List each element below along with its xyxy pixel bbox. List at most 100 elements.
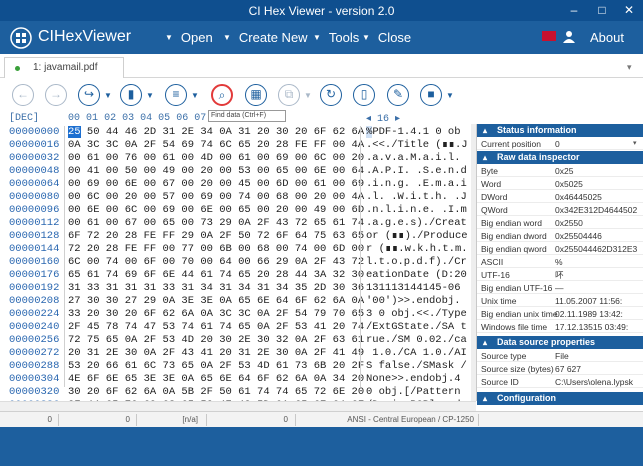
chevron-down-icon[interactable]: ▼ [146, 91, 154, 100]
hex-row[interactable]: 00 6C 00 20 00 57 00 69 00 74 00 68 00 2… [68, 191, 364, 204]
modified-indicator-icon [15, 66, 20, 71]
maximize-icon[interactable]: □ [588, 0, 616, 21]
section-raw-data[interactable]: ▴ Raw data inspector [477, 151, 643, 164]
hex-row[interactable]: 00 69 00 6E 00 67 00 20 00 45 00 6D 00 6… [68, 178, 364, 191]
hex-row[interactable]: 00 61 00 76 00 61 00 4D 00 61 00 69 00 6… [68, 152, 364, 165]
ascii-row[interactable]: 3 0 obj.<<./Type [366, 308, 467, 321]
offset-cell: 00000096 [9, 204, 60, 216]
section-status[interactable]: ▴ Status information [477, 124, 643, 137]
hex-row[interactable]: 65 61 74 69 6F 6E 44 61 74 65 20 28 44 3… [68, 269, 364, 282]
offset-cell: 00000224 [9, 308, 60, 320]
selected-char[interactable]: % [366, 126, 373, 138]
hex-row[interactable]: 4E 6F 6E 65 3E 3E 0A 65 6E 64 6F 62 6A 0… [68, 373, 364, 386]
dropdown-icon: ▾ [633, 140, 637, 147]
close-icon[interactable]: ✕ [615, 0, 643, 21]
hex-row[interactable]: 2F 45 78 74 47 53 74 61 74 65 0A 2F 53 4… [68, 321, 364, 334]
width-selector[interactable]: ◂ 16 ▸ [366, 113, 400, 126]
forward-button[interactable]: → [45, 84, 67, 106]
list-button[interactable]: ≡ [165, 84, 187, 106]
ascii-row[interactable]: or (∎∎)./Produce [366, 230, 468, 243]
ascii-row[interactable]: .a.g.e.s)./Creat [366, 217, 467, 230]
user-icon[interactable] [563, 30, 575, 43]
chevron-down-icon[interactable]: ▼ [104, 91, 112, 100]
ascii-row[interactable]: .i.n.g. .E.m.a.i [366, 178, 467, 191]
chevron-down-icon[interactable]: ▼ [191, 91, 199, 100]
hex-row[interactable]: 00 61 00 67 00 65 00 73 29 0A 2F 43 72 6… [68, 217, 364, 230]
ascii-row[interactable]: '00')>>.endobj. [366, 295, 461, 308]
hex-row[interactable]: 00 6E 00 6C 00 69 00 6E 00 65 00 20 00 4… [68, 204, 364, 217]
section-raw-data-label: Raw data inspector [497, 152, 580, 162]
ascii-row[interactable]: S false./SMask / [366, 360, 467, 373]
copy-button[interactable]: ⧉ [278, 84, 300, 106]
hex-row[interactable]: 6F 72 20 28 FE FF 29 0A 2F 50 72 6F 64 7… [68, 230, 364, 243]
hex-row[interactable]: 00 41 00 50 00 49 00 20 00 53 00 65 00 6… [68, 165, 364, 178]
language-flag-icon[interactable] [542, 31, 556, 41]
offset-cell: 00000064 [9, 178, 60, 190]
tab-menu-icon[interactable]: ▾ [627, 62, 632, 73]
ascii-row[interactable]: 0 obj.[/Pattern [366, 386, 467, 399]
menu-close[interactable]: ▼ Close [362, 30, 411, 45]
hex-row[interactable]: 20 31 2E 30 0A 2F 43 41 20 31 2E 30 0A 2… [68, 347, 364, 360]
chevron-down-icon[interactable]: ▼ [446, 91, 454, 100]
ascii-row[interactable]: .l. .W.i.t.h. .J [366, 191, 467, 204]
menu-create-new[interactable]: ▼ Create New [223, 30, 308, 45]
ascii-row[interactable]: %PDF-1.4.1 0 ob [366, 126, 461, 139]
hex-row[interactable]: 6C 00 74 00 6F 00 70 00 64 00 66 29 0A 2… [68, 256, 364, 269]
save-button[interactable]: ■ [420, 84, 442, 106]
selected-byte[interactable]: 25 [68, 126, 81, 138]
horizontal-scrollbar[interactable] [0, 401, 476, 411]
current-position-row: Current position 0 ▾ [477, 138, 643, 150]
grid-button[interactable]: ▦ [245, 84, 267, 106]
edit-button[interactable]: ✎ [387, 84, 409, 106]
ascii-row[interactable]: r (∎∎.w.k.h.t.m. [366, 243, 468, 256]
ascii-row[interactable]: 131113144145-06 [366, 282, 461, 295]
ascii-row[interactable]: .<<./Title (∎∎.J [366, 139, 468, 152]
inspector-row: DWord 0x46445025 [477, 191, 643, 203]
hex-row[interactable]: 33 20 30 20 6F 62 6A 0A 3C 3C 0A 2F 54 7… [68, 308, 364, 321]
ascii-row[interactable]: .A.P.I. .S.e.n.d [366, 165, 467, 178]
section-data-source[interactable]: ▴ Data source properties [477, 336, 643, 349]
offset-cell: 00000208 [9, 295, 60, 307]
menu-open[interactable]: ▼ Open [165, 30, 213, 45]
tab-javamail[interactable]: 1: javamail.pdf [4, 57, 124, 78]
offset-cell: 00000176 [9, 269, 60, 281]
hex-row[interactable]: 31 33 31 31 31 33 31 34 31 34 31 34 35 2… [68, 282, 364, 295]
section-status-label: Status information [497, 125, 577, 135]
chevron-down-icon: ▼ [223, 33, 231, 42]
menu-tools[interactable]: ▼ Tools [313, 30, 359, 45]
back-button[interactable]: ← [12, 84, 34, 106]
section-configuration[interactable]: ▴ Configuration [477, 392, 643, 405]
ascii-row[interactable]: /ExtGState./SA t [366, 321, 467, 334]
bookmark-button[interactable]: ▮ [120, 84, 142, 106]
chevron-down-icon[interactable]: ▼ [304, 91, 312, 100]
status-encoding[interactable]: ANSI - Central European / CP-1250 [298, 414, 474, 426]
ascii-row[interactable]: .a.v.a.M.a.i.l. [366, 152, 467, 165]
find-button[interactable]: ⌕ [211, 84, 233, 106]
hex-row[interactable]: 72 75 65 0A 2F 53 4D 20 30 2E 30 32 0A 2… [68, 334, 364, 347]
hex-row[interactable]: 53 20 66 61 6C 73 65 0A 2F 53 4D 61 73 6… [68, 360, 364, 373]
chevron-down-icon: ▼ [313, 33, 321, 42]
ascii-row[interactable]: None>>.endobj.4 [366, 373, 467, 386]
hex-row[interactable]: 72 20 28 FE FF 00 77 00 6B 00 68 00 74 0… [68, 243, 364, 256]
hex-row[interactable]: 27 30 30 27 29 0A 3E 3E 0A 65 6E 64 6F 6… [68, 295, 364, 308]
inspector-row: UTF-16 吥 [477, 269, 643, 281]
toolbar: ← → ↪ ▼ ▮ ▼ ≡ ▼ ⌕ ▦ ⧉ ▼ ↻ ▯ ✎ ■ ▼ [0, 78, 643, 113]
columns-button[interactable]: ▯ [353, 84, 375, 106]
menu-about[interactable]: About [590, 30, 624, 45]
goto-button[interactable]: ↪ [78, 84, 100, 106]
tab-label: 1: javamail.pdf [33, 62, 98, 73]
ascii-row[interactable]: eationDate (D:20 [366, 269, 467, 282]
refresh-button[interactable]: ↻ [320, 84, 342, 106]
ascii-row[interactable]: 1.0./CA 1.0./AI [366, 347, 467, 360]
hex-row[interactable]: 0A 3C 3C 0A 2F 54 69 74 6C 65 20 28 FE F… [68, 139, 364, 152]
ascii-row[interactable]: rue./SM 0.02./ca [366, 334, 467, 347]
tooltip: Find data (Ctrl+F) [208, 110, 286, 122]
minimize-icon[interactable]: – [560, 0, 588, 21]
inspector-row: Big endian unix time 02.11.1989 13:42: [477, 308, 643, 320]
ascii-row[interactable]: l.t.o.p.d.f)./Cr [366, 256, 467, 269]
section-data-source-label: Data source properties [497, 337, 596, 347]
hex-row[interactable]: 30 20 6F 62 6A 0A 5B 2F 50 61 74 74 65 7… [68, 386, 364, 399]
ascii-row[interactable]: .n.l.i.n.e. .I.m [366, 204, 467, 217]
hex-row[interactable]: 25 50 44 46 2D 31 2E 34 0A 31 20 30 20 6… [68, 126, 364, 139]
source-row: Source size (bytes) 67 627 [477, 363, 643, 375]
